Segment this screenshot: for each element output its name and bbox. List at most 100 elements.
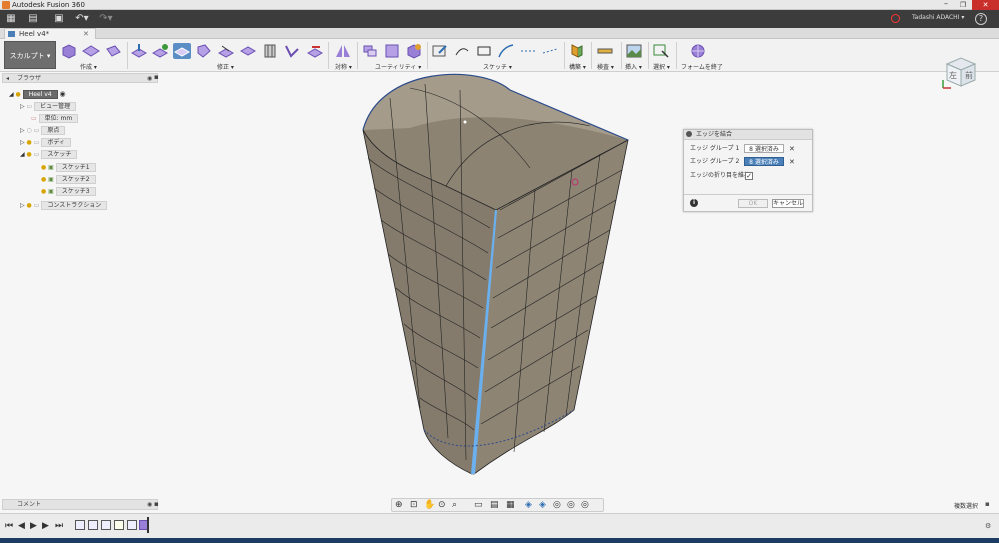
status-options-icon[interactable]: ▪ <box>985 500 990 508</box>
pipe-tool-icon[interactable] <box>261 43 279 59</box>
go-to-start-icon[interactable]: ⏮ <box>5 520 13 532</box>
face-tool-icon[interactable] <box>104 43 122 59</box>
zoom-icon[interactable]: ⊙ <box>438 500 446 511</box>
tree-item-sketch3[interactable]: ● ▣ スケッチ3 <box>41 186 96 197</box>
offset-plane-icon[interactable] <box>568 43 586 59</box>
display-mode-icon[interactable] <box>361 43 379 59</box>
undo-icon[interactable]: ↶▾ <box>73 13 91 25</box>
keep-crease-checkbox[interactable]: ✓ <box>745 172 753 180</box>
visibility-bulb-icon[interactable]: ● <box>27 151 32 158</box>
modify-group-label[interactable]: 修正 ▾ <box>217 62 234 71</box>
expand-arrow-icon[interactable]: ▷ <box>20 127 25 134</box>
insert-image-icon[interactable] <box>625 43 643 59</box>
repair-body-icon[interactable] <box>383 43 401 59</box>
edge-group-2-selector[interactable]: 8 選択済み <box>744 157 784 166</box>
expand-arrow-icon[interactable]: ◢ <box>20 151 25 158</box>
data-panel-grid-icon[interactable]: ▦ <box>5 13 17 25</box>
measure-icon[interactable] <box>596 43 614 59</box>
fill-hole-tool-icon[interactable] <box>195 43 213 59</box>
finish-form-label[interactable]: フォームを終了 <box>681 62 723 71</box>
document-tab[interactable]: Heel v4* ✕ <box>4 28 96 39</box>
sculpt-model-canvas[interactable] <box>350 68 640 478</box>
timeline-sketch-feature-icon[interactable] <box>75 520 85 530</box>
visibility-bulb-icon[interactable]: ● <box>27 202 32 209</box>
comments-minimize-icon[interactable]: ▪ <box>154 499 159 509</box>
tree-item-root[interactable]: ◢ ● Heel v4 ◉ <box>9 89 66 100</box>
make-uniform-icon[interactable] <box>405 43 423 59</box>
crease-tool-icon[interactable] <box>239 43 257 59</box>
viewcube-left-face[interactable]: 左 <box>949 70 957 80</box>
viewports-icon[interactable]: ▦ <box>506 500 515 511</box>
edge-group-1-selector[interactable]: 8 選択済み <box>744 144 784 153</box>
visibility-bulb-icon[interactable]: ○ <box>27 127 32 134</box>
expand-arrow-icon[interactable]: ▷ <box>20 103 25 110</box>
viewcube-front-face[interactable]: 前 <box>965 70 973 80</box>
tree-item-view-manager[interactable]: ▷ ▭ ビュー管理 <box>20 101 77 112</box>
select-tool-icon[interactable] <box>652 43 670 59</box>
dialog-collapse-icon[interactable] <box>686 131 692 137</box>
comments-options-icon[interactable]: ◉ <box>147 500 152 510</box>
timeline-sketch-feature-icon[interactable] <box>127 520 137 530</box>
project-sketch-icon[interactable] <box>519 43 537 59</box>
activate-radio-icon[interactable]: ◉ <box>59 90 65 98</box>
timeline-settings-icon[interactable]: ⚙ <box>985 522 991 530</box>
tree-item-construction[interactable]: ▷ ● ▭ コンストラクション <box>20 200 108 211</box>
file-menu-icon[interactable]: ▤ <box>27 13 39 25</box>
create-sketch-icon[interactable] <box>431 43 449 59</box>
edit-form-tool-icon[interactable] <box>130 43 148 59</box>
box-display-mode-icon[interactable]: ◈ <box>525 500 532 511</box>
display-settings-icon[interactable]: ▭ <box>474 500 483 511</box>
expand-arrow-icon[interactable]: ▷ <box>20 202 25 209</box>
help-icon[interactable]: ? <box>975 13 987 25</box>
pan-hand-icon[interactable]: ✋ <box>424 500 435 511</box>
timeline-sketch-feature-icon[interactable] <box>101 520 111 530</box>
fit-icon[interactable]: ⌕ <box>452 500 457 511</box>
unisolate-icon[interactable]: ◎ <box>581 500 589 511</box>
cancel-button[interactable]: キャンセル <box>772 199 804 208</box>
isolate-icon[interactable]: ◎ <box>567 500 575 511</box>
clear-edge-group-2-icon[interactable]: ✕ <box>789 157 795 167</box>
tree-item-sketch1[interactable]: ● ▣ スケッチ1 <box>41 162 96 173</box>
insert-edge-tool-icon[interactable] <box>151 43 169 59</box>
record-icon[interactable] <box>891 14 900 23</box>
timeline-marker[interactable] <box>147 517 149 533</box>
step-back-icon[interactable]: ◀ <box>18 520 25 532</box>
mirror-symmetry-icon[interactable] <box>334 43 352 59</box>
visibility-bulb-icon[interactable]: ● <box>27 139 32 146</box>
box-tool-icon[interactable] <box>60 43 78 59</box>
expand-arrow-icon[interactable]: ▷ <box>20 139 25 146</box>
save-icon[interactable]: ▣ <box>53 13 65 25</box>
step-forward-icon[interactable]: ▶ <box>42 520 49 532</box>
create-group-label[interactable]: 作成 ▾ <box>80 62 97 71</box>
redo-icon[interactable]: ↷▾ <box>97 13 115 25</box>
intersect-sketch-icon[interactable] <box>541 43 559 59</box>
tree-item-sketches[interactable]: ◢ ● ▭ スケッチ <box>20 149 78 160</box>
ok-button[interactable]: OK <box>738 199 768 208</box>
workspace-switcher[interactable]: スカルプト ▾ <box>4 41 56 69</box>
smooth-display-mode-icon[interactable]: ◎ <box>553 500 561 511</box>
play-icon[interactable]: ▶ <box>30 520 37 532</box>
bridge-tool-icon[interactable] <box>173 43 191 59</box>
line-sketch-icon[interactable] <box>453 43 471 59</box>
look-at-icon[interactable]: ⊡ <box>410 500 418 511</box>
minimize-button[interactable]: – <box>940 0 952 10</box>
visibility-bulb-icon[interactable]: ● <box>16 91 21 98</box>
control-frame-mode-icon[interactable]: ◈ <box>539 500 546 511</box>
visibility-bulb-icon[interactable]: ● <box>41 176 46 183</box>
clear-edge-group-1-icon[interactable]: ✕ <box>789 144 795 154</box>
info-icon[interactable]: i <box>690 199 698 207</box>
comments-panel[interactable]: コメント ◉ ▪ <box>2 499 159 510</box>
close-tab-icon[interactable]: ✕ <box>83 29 89 39</box>
collapse-browser-icon[interactable]: ◂ <box>6 74 9 83</box>
go-to-end-icon[interactable]: ⏭ <box>55 520 63 532</box>
select-group-label[interactable]: 選択 ▾ <box>653 62 670 71</box>
weld-vertices-tool-icon[interactable] <box>217 43 235 59</box>
tree-item-units[interactable]: ▭ 単位: mm <box>31 113 79 124</box>
plane-tool-icon[interactable] <box>82 43 100 59</box>
timeline-feature-icon[interactable] <box>114 520 124 530</box>
browser-minimize-icon[interactable]: ▪ <box>154 73 159 82</box>
viewcube[interactable]: 左 前 <box>939 52 983 96</box>
maximize-button[interactable]: ❐ <box>956 0 970 10</box>
flatten-tool-icon[interactable] <box>283 43 301 59</box>
expand-arrow-icon[interactable]: ◢ <box>9 91 14 98</box>
